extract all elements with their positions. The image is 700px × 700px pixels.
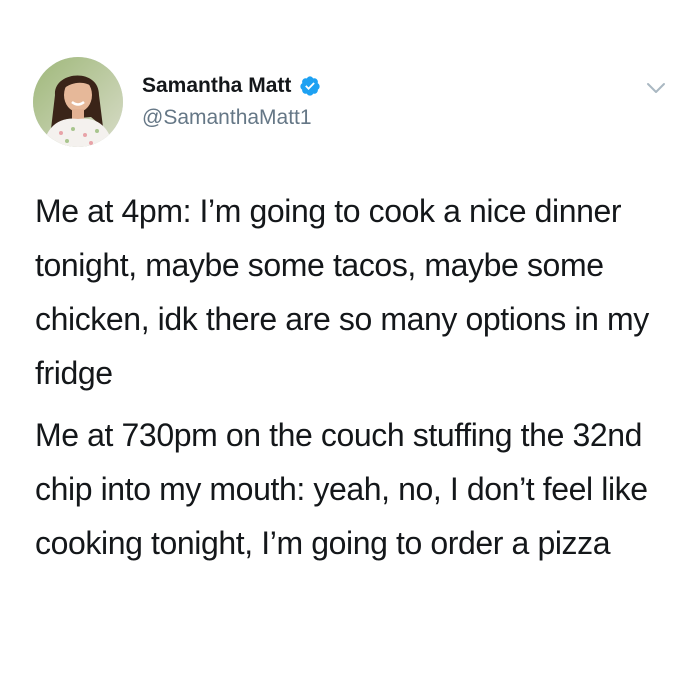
verified-badge-icon — [300, 76, 320, 96]
avatar[interactable] — [33, 57, 123, 147]
tweet-text: Me at 4pm: I’m going to cook a nice dinn… — [35, 184, 675, 570]
user-handle[interactable]: @SamanthaMatt1 — [142, 106, 312, 130]
display-name[interactable]: Samantha Matt — [142, 74, 291, 98]
author-name-row[interactable]: Samantha Matt — [142, 71, 321, 101]
tweet-paragraph: Me at 4pm: I’m going to cook a nice dinn… — [35, 193, 649, 391]
profile-photo-icon — [33, 57, 123, 147]
chevron-down-icon[interactable] — [645, 80, 667, 96]
tweet-paragraph: Me at 730pm on the couch stuffing the 32… — [35, 417, 648, 561]
tweet-card: Samantha Matt @SamanthaMatt1 Me at 4pm: … — [0, 0, 700, 700]
